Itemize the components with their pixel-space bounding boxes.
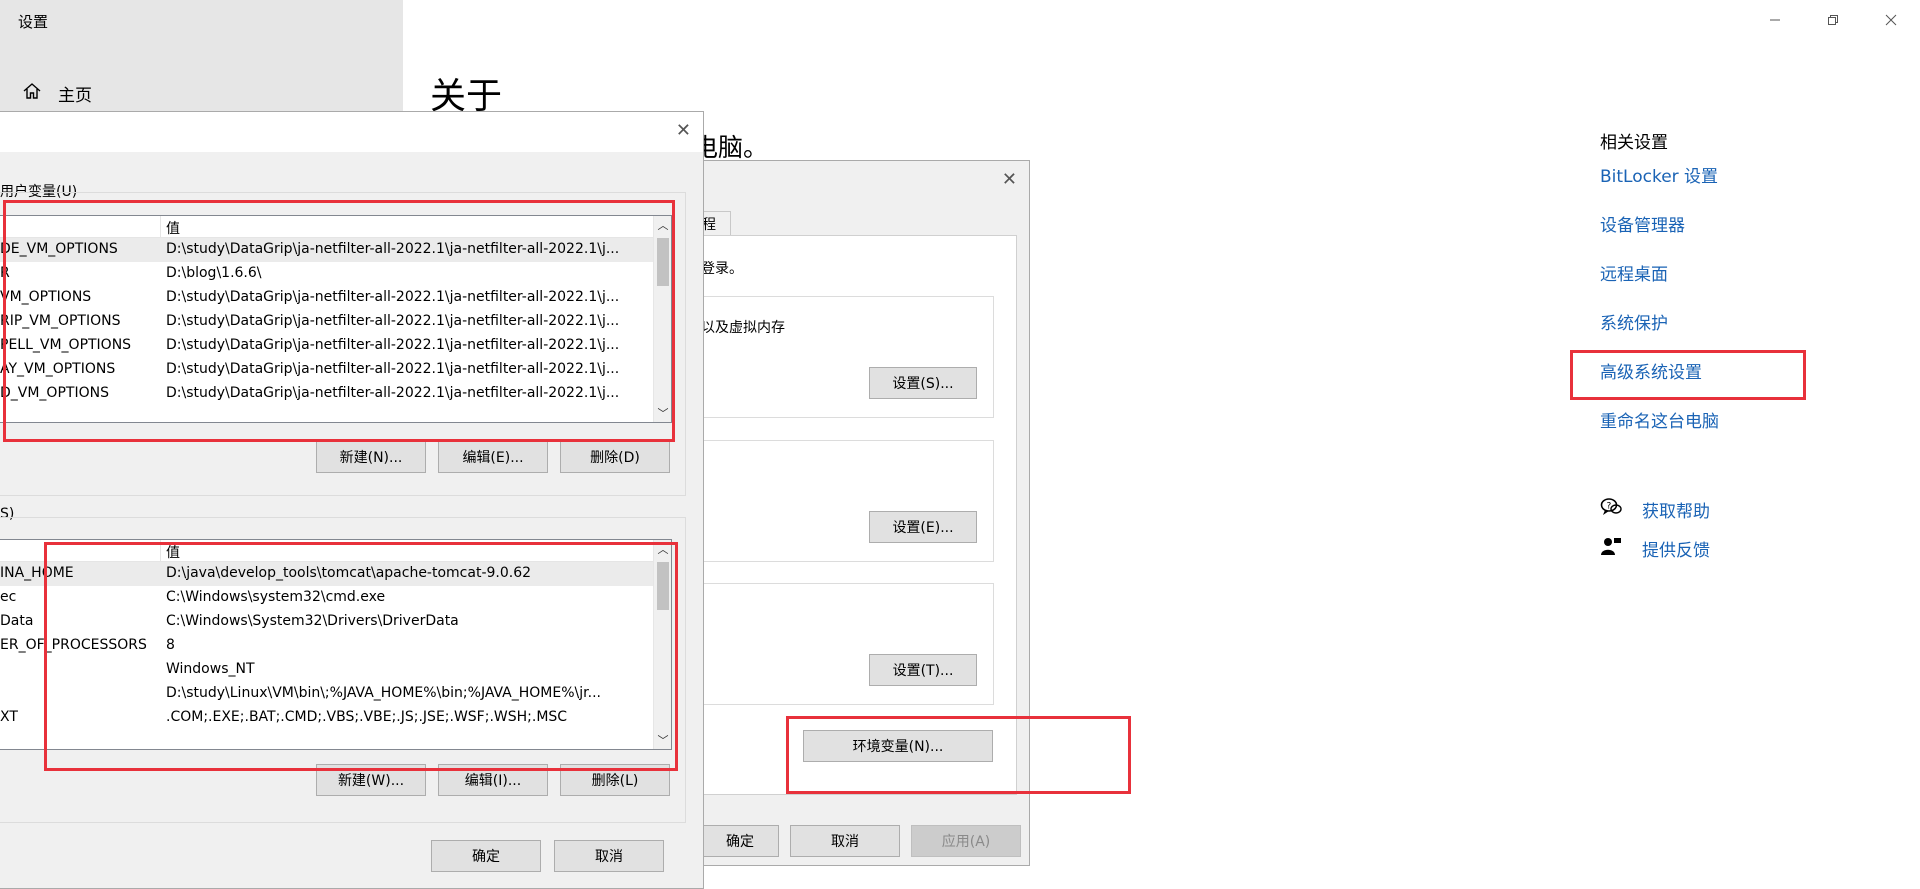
- feedback-label: 提供反馈: [1642, 541, 1710, 561]
- highlight-system-vars: [44, 542, 678, 771]
- feedback-icon: [1600, 535, 1622, 562]
- close-button[interactable]: [1862, 0, 1920, 40]
- user-profiles-settings-button[interactable]: 设置(E)...: [869, 511, 977, 543]
- system-props-ok-button[interactable]: 确定: [701, 825, 779, 857]
- user-new-button[interactable]: 新建(N)...: [316, 441, 426, 473]
- env-ok-button[interactable]: 确定: [431, 840, 541, 872]
- home-icon: [22, 81, 42, 106]
- restore-icon: [1828, 15, 1838, 25]
- nav-home-label: 主页: [58, 86, 92, 106]
- tab-advanced[interactable]: 程: [701, 211, 731, 235]
- tab-panel: 登录。 以及虚拟内存 设置(S)... 设置(E)... 设置(T)... 环境…: [701, 235, 1017, 795]
- link-bitlocker[interactable]: BitLocker 设置: [1600, 165, 1719, 214]
- startup-settings-button[interactable]: 设置(T)...: [869, 654, 977, 686]
- window-caption-buttons: [1746, 0, 1920, 40]
- link-remote-desktop[interactable]: 远程桌面: [1600, 263, 1719, 312]
- get-help-link[interactable]: ? 获取帮助: [1600, 490, 1710, 529]
- performance-description: 以及虚拟内存: [701, 320, 785, 336]
- startup-recovery-group: 设置(T)...: [701, 583, 994, 705]
- user-delete-button[interactable]: 删除(D): [560, 441, 670, 473]
- link-rename-pc[interactable]: 重命名这台电脑: [1600, 410, 1719, 459]
- minimize-button[interactable]: [1746, 0, 1804, 40]
- system-properties-close-icon[interactable]: ✕: [1002, 169, 1017, 190]
- dialog-title-bar: [0, 112, 703, 152]
- user-edit-button[interactable]: 编辑(E)...: [438, 441, 548, 473]
- chat-help-icon: ?: [1600, 496, 1622, 523]
- related-settings-title: 相关设置: [1600, 133, 1668, 153]
- related-settings: 相关设置 BitLocker 设置 设备管理器 远程桌面 系统保护 高级系统设置…: [1600, 128, 1719, 459]
- close-icon: [1885, 14, 1897, 26]
- highlight-user-vars: [3, 200, 675, 442]
- feedback-link[interactable]: 提供反馈: [1600, 529, 1710, 568]
- highlight-env-button: [786, 716, 1131, 794]
- performance-group: 以及虚拟内存 设置(S)...: [701, 296, 994, 418]
- env-dialog-close-icon[interactable]: ✕: [676, 120, 691, 141]
- nav-home[interactable]: 主页: [22, 81, 92, 106]
- user-profiles-group: 设置(E)...: [701, 440, 994, 562]
- restore-button[interactable]: [1804, 0, 1862, 40]
- minimize-icon: [1770, 19, 1780, 21]
- about-heading-partial: 电脑。: [693, 133, 769, 162]
- window-title: 设置: [18, 13, 49, 31]
- help-section: ? 获取帮助 提供反馈: [1600, 490, 1710, 568]
- highlight-advanced-settings: [1570, 350, 1806, 400]
- link-device-manager[interactable]: 设备管理器: [1600, 214, 1719, 263]
- get-help-label: 获取帮助: [1642, 502, 1710, 522]
- system-props-apply-button[interactable]: 应用(A): [911, 825, 1021, 857]
- env-cancel-button[interactable]: 取消: [554, 840, 664, 872]
- admin-note: 登录。: [701, 261, 743, 277]
- system-props-cancel-button[interactable]: 取消: [790, 825, 900, 857]
- performance-settings-button[interactable]: 设置(S)...: [869, 367, 977, 399]
